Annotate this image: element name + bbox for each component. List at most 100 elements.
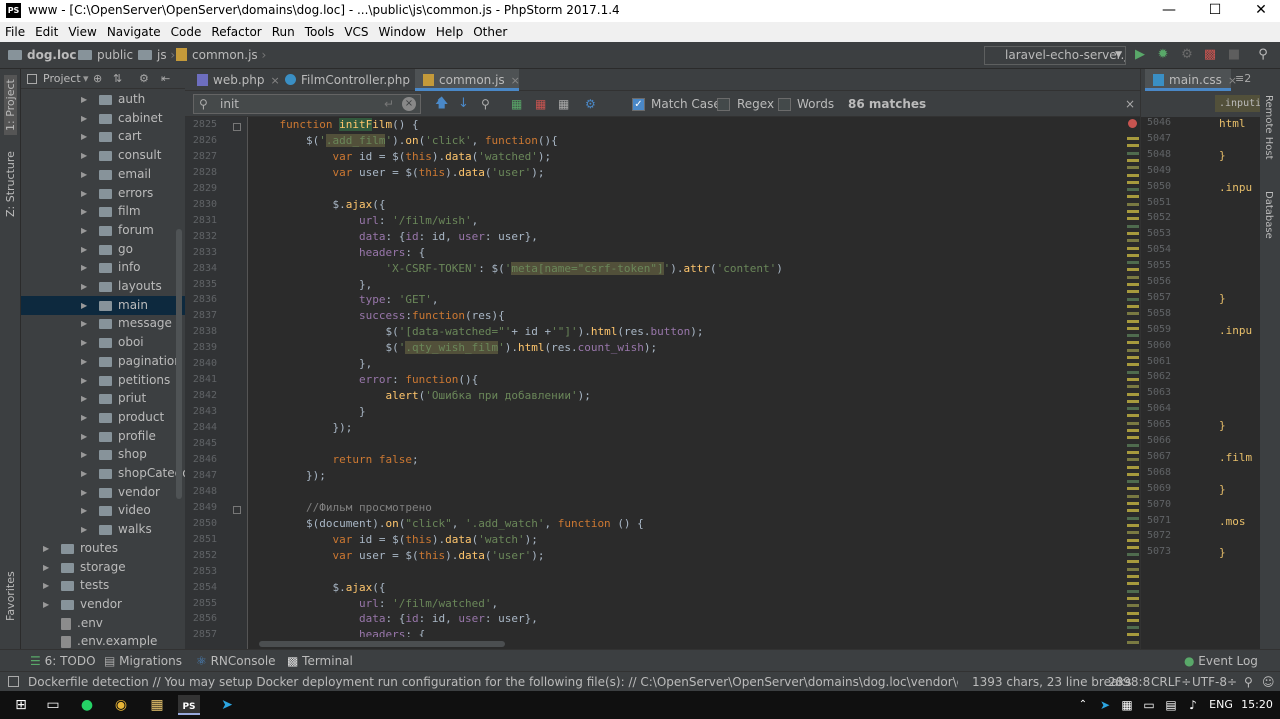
expand-arrow-icon[interactable]: ▶	[43, 595, 49, 614]
stripe-mark[interactable]	[1127, 575, 1139, 578]
show-hidden-icons[interactable]: ⌃	[1072, 695, 1094, 715]
stripe-mark[interactable]	[1127, 217, 1139, 221]
stripe-mark[interactable]	[1127, 297, 1139, 301]
expand-arrow-icon[interactable]: ▶	[81, 109, 87, 128]
stripe-mark[interactable]	[1127, 334, 1139, 338]
stripe-mark[interactable]	[1127, 304, 1139, 308]
coverage-icon[interactable]: ⚙	[1180, 48, 1194, 62]
stripe-mark[interactable]	[1127, 188, 1139, 192]
tree-item-product[interactable]: ▶ product	[21, 408, 185, 427]
stripe-mark[interactable]	[1127, 290, 1139, 294]
expand-arrow-icon[interactable]: ▶	[81, 258, 87, 277]
stripe-mark[interactable]	[1127, 363, 1139, 367]
tree-item-film[interactable]: ▶ film	[21, 202, 185, 221]
tool-terminal[interactable]: ▩ Terminal	[287, 650, 353, 672]
menu-other[interactable]: Other	[468, 22, 512, 42]
volume-icon[interactable]: ♪	[1182, 695, 1204, 715]
tree-item-storage[interactable]: ▶ storage	[21, 558, 185, 577]
tool-todo[interactable]: ☰ 6: TODO	[30, 650, 96, 672]
run-icon[interactable]: ▶	[1133, 48, 1147, 62]
expand-arrow-icon[interactable]: ▶	[81, 520, 87, 539]
expand-arrow-icon[interactable]: ▶	[43, 539, 49, 558]
fold-marker-icon[interactable]	[233, 123, 241, 131]
menu-edit[interactable]: Edit	[30, 22, 63, 42]
stripe-mark[interactable]	[1127, 582, 1139, 586]
stripe-mark[interactable]	[1127, 275, 1139, 279]
menu-vcs[interactable]: VCS	[339, 22, 373, 42]
stripe-mark[interactable]	[1127, 626, 1139, 630]
chrome-icon[interactable]: ◉	[110, 695, 132, 715]
stripe-mark[interactable]	[1127, 443, 1139, 447]
right-code-view[interactable]: 5046 html 5047 5048} 5049 5050 .inpu 5051 5052 50…	[1141, 117, 1261, 649]
search-input[interactable]: ⚲ init ↵ ×	[193, 94, 421, 114]
tree-item-shop[interactable]: ▶ shop	[21, 445, 185, 464]
stripe-mark[interactable]	[1127, 509, 1139, 513]
tree-item-tests[interactable]: ▶ tests	[21, 576, 185, 595]
expand-arrow-icon[interactable]: ▶	[81, 202, 87, 221]
horizontal-scrollbar[interactable]	[259, 641, 505, 647]
expand-arrow-icon[interactable]: ▶	[81, 296, 87, 315]
stripe-mark[interactable]	[1127, 210, 1139, 213]
lock-icon[interactable]: ⚲	[1244, 672, 1253, 692]
tab-web-php[interactable]: web.php ×	[189, 69, 280, 91]
expand-arrow-icon[interactable]: ▶	[81, 389, 87, 408]
tool-migrations[interactable]: ▤ Migrations	[104, 650, 182, 672]
file-explorer-icon[interactable]: ▦	[146, 695, 168, 715]
tree-item-email[interactable]: ▶ email	[21, 165, 185, 184]
dropdown-icon[interactable]: ▾	[83, 69, 89, 89]
tree-item-layouts[interactable]: ▶ layouts	[21, 277, 185, 296]
remove-selection-icon[interactable]: ▦	[535, 91, 546, 117]
stripe-mark[interactable]	[1127, 523, 1139, 527]
tab-main-css[interactable]: main.css ×	[1145, 69, 1237, 91]
tool-tab-remote-host[interactable]: Remote Host	[1263, 95, 1274, 160]
filter-settings-icon[interactable]: ⚙	[585, 91, 596, 117]
expand-arrow-icon[interactable]: ▶	[81, 445, 87, 464]
whatsapp-icon[interactable]: ●	[76, 695, 98, 715]
stripe-mark[interactable]	[1127, 429, 1139, 432]
stripe-mark[interactable]	[1127, 589, 1139, 593]
stripe-mark[interactable]	[1127, 253, 1139, 257]
hide-icon[interactable]: ⇤	[161, 69, 170, 89]
stripe-mark[interactable]	[1127, 487, 1139, 491]
tree-item-message[interactable]: ▶ message	[21, 314, 185, 333]
expand-arrow-icon[interactable]: ▶	[81, 146, 87, 165]
tree-item-priut[interactable]: ▶ priut	[21, 389, 185, 408]
stripe-mark[interactable]	[1127, 166, 1139, 170]
next-occurrence-icon[interactable]: ↓	[458, 91, 469, 117]
stripe-mark[interactable]	[1127, 640, 1139, 644]
expand-arrow-icon[interactable]: ▶	[81, 184, 87, 203]
tab-list-icon[interactable]: ≡2	[1235, 72, 1251, 85]
breadcrumb-public[interactable]: public ›	[78, 42, 142, 69]
stripe-mark[interactable]	[1127, 144, 1139, 148]
maximize-icon[interactable]: ☐	[1192, 0, 1238, 22]
stripe-mark[interactable]	[1127, 195, 1139, 199]
expand-arrow-icon[interactable]: ▶	[81, 314, 87, 333]
status-line-separator[interactable]: CRLF÷	[1151, 672, 1191, 692]
breadcrumb-common-js[interactable]: common.js ›	[176, 42, 266, 69]
tree-item-env-example[interactable]: .env.example	[21, 632, 185, 649]
stripe-mark[interactable]	[1127, 319, 1139, 323]
profile-icon[interactable]: ▩	[1203, 48, 1217, 62]
menu-tools[interactable]: Tools	[300, 22, 340, 42]
stripe-mark[interactable]	[1127, 450, 1139, 454]
tree-item-routes[interactable]: ▶ routes	[21, 539, 185, 558]
stop-icon[interactable]: ■	[1227, 48, 1241, 62]
status-position[interactable]: 2898:8	[1108, 672, 1150, 692]
locate-icon[interactable]: ⊕	[93, 69, 102, 89]
minimize-icon[interactable]: —	[1146, 0, 1192, 22]
expand-arrow-icon[interactable]: ▶	[81, 483, 87, 502]
find-all-icon[interactable]: ⚲	[481, 91, 490, 117]
layout-icon[interactable]	[8, 676, 19, 687]
expand-arrow-icon[interactable]: ▶	[81, 464, 87, 483]
stripe-mark[interactable]	[1127, 385, 1139, 389]
stripe-mark[interactable]	[1127, 202, 1139, 206]
expand-arrow-icon[interactable]: ▶	[81, 277, 87, 296]
tray-app-icon[interactable]: ▦	[1116, 695, 1138, 715]
tree-item-auth[interactable]: ▶ auth	[21, 90, 185, 109]
stripe-mark[interactable]	[1127, 137, 1139, 140]
expand-arrow-icon[interactable]: ▶	[81, 90, 87, 109]
tree-item-video[interactable]: ▶ video	[21, 501, 185, 520]
telegram-tray-icon[interactable]: ➤	[1094, 695, 1116, 715]
expand-arrow-icon[interactable]: ▶	[81, 501, 87, 520]
status-message[interactable]: Dockerfile detection // You may setup Do…	[28, 672, 958, 692]
